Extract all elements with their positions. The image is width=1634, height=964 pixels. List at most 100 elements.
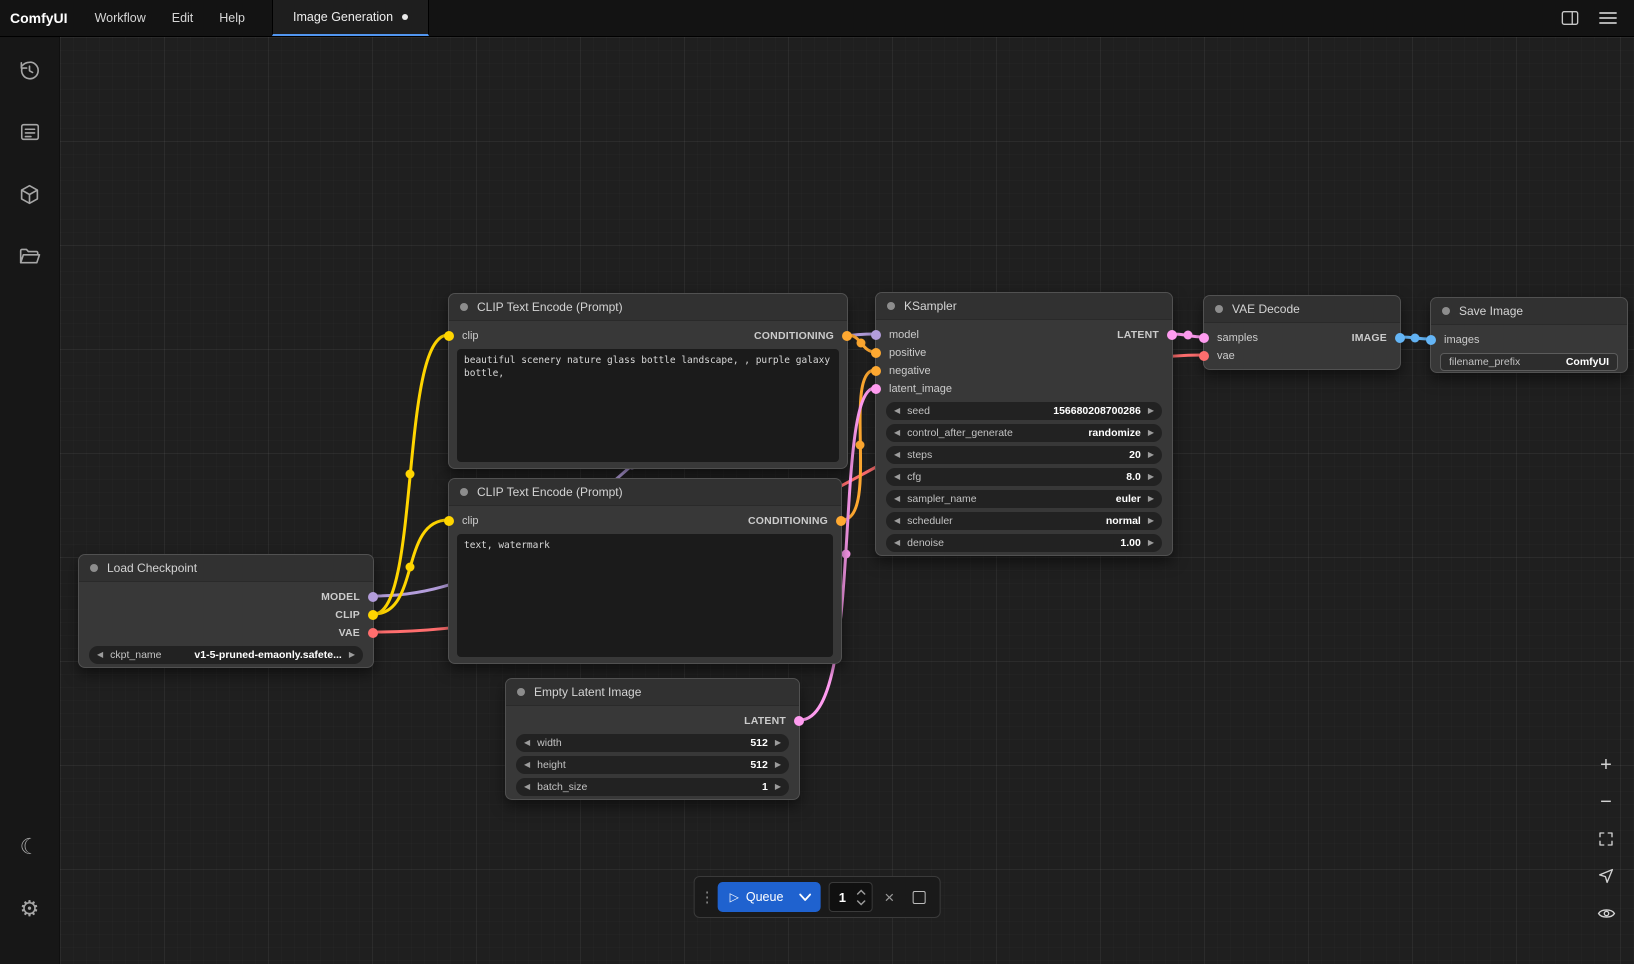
node-save-image[interactable]: Save Image images filename_prefix ComfyU… — [1430, 297, 1628, 373]
fit-view-button[interactable] — [1594, 828, 1618, 850]
settings-gear-icon[interactable]: ⚙ — [11, 890, 49, 928]
increment-arrow-icon[interactable]: ▶ — [1148, 407, 1154, 415]
latent-image-input-port[interactable] — [871, 384, 881, 394]
positive-prompt-textarea[interactable]: beautiful scenery nature glass bottle la… — [457, 349, 839, 462]
decrement-arrow-icon[interactable]: ◀ — [894, 539, 900, 547]
link-midpoint-dot[interactable] — [1184, 331, 1193, 340]
steps-widget[interactable]: ◀ steps 20 ▶ — [886, 446, 1162, 464]
batch-increment-icon[interactable] — [855, 887, 867, 896]
collapse-dot[interactable] — [460, 488, 468, 496]
collapse-dot[interactable] — [887, 302, 895, 310]
batch-count-input[interactable]: 1 — [828, 882, 872, 912]
latent-output-port[interactable] — [794, 716, 804, 726]
sampler-name-widget[interactable]: ◀ sampler_name euler ▶ — [886, 490, 1162, 508]
model-library-icon[interactable] — [11, 175, 49, 213]
node-header[interactable]: Save Image — [1431, 298, 1627, 325]
queue-button[interactable]: ▷ Queue — [718, 882, 821, 912]
tab-image-generation[interactable]: Image Generation — [272, 0, 429, 36]
vae-output-port[interactable] — [368, 628, 378, 638]
collapse-dot[interactable] — [90, 564, 98, 572]
queue-list-icon[interactable] — [11, 113, 49, 151]
clip-input-port[interactable] — [444, 516, 454, 526]
drag-handle-icon[interactable]: ⋮ — [700, 888, 710, 906]
increment-arrow-icon[interactable]: ▶ — [775, 783, 781, 791]
increment-arrow-icon[interactable]: ▶ — [1148, 451, 1154, 459]
node-empty-latent-image[interactable]: Empty Latent Image LATENT ◀ width 512 ▶ … — [505, 678, 800, 800]
node-canvas[interactable]: Load Checkpoint MODEL CLIP VAE ◀ ckpt_na… — [60, 37, 1634, 964]
positive-input-port[interactable] — [871, 348, 881, 358]
decrement-arrow-icon[interactable]: ◀ — [524, 761, 530, 769]
node-load-checkpoint[interactable]: Load Checkpoint MODEL CLIP VAE ◀ ckpt_na… — [78, 554, 374, 668]
node-vae-decode[interactable]: VAE Decode samples IMAGE vae — [1203, 295, 1401, 370]
negative-prompt-textarea[interactable]: text, watermark — [457, 534, 833, 657]
collapse-dot[interactable] — [1442, 307, 1450, 315]
panel-toggle-icon[interactable] — [1558, 6, 1582, 30]
node-header[interactable]: CLIP Text Encode (Prompt) — [449, 294, 847, 321]
menu-help[interactable]: Help — [206, 0, 258, 36]
batch-decrement-icon[interactable] — [855, 898, 867, 907]
stop-button-icon[interactable] — [912, 891, 925, 904]
link-midpoint-dot[interactable] — [406, 470, 415, 479]
collapse-dot[interactable] — [460, 303, 468, 311]
decrement-arrow-icon[interactable]: ◀ — [894, 473, 900, 481]
increment-arrow-icon[interactable]: ▶ — [349, 651, 355, 659]
model-input-port[interactable] — [871, 330, 881, 340]
images-input-port[interactable] — [1426, 335, 1436, 345]
increment-arrow-icon[interactable]: ▶ — [775, 761, 781, 769]
link-midpoint-dot[interactable] — [1411, 334, 1420, 343]
zoom-in-button[interactable]: + — [1594, 754, 1618, 776]
decrement-arrow-icon[interactable]: ◀ — [894, 429, 900, 437]
workflow-history-icon[interactable] — [11, 51, 49, 89]
increment-arrow-icon[interactable]: ▶ — [1148, 495, 1154, 503]
node-header[interactable]: Load Checkpoint — [79, 555, 373, 582]
decrement-arrow-icon[interactable]: ◀ — [524, 783, 530, 791]
decrement-arrow-icon[interactable]: ◀ — [524, 739, 530, 747]
height-widget[interactable]: ◀ height 512 ▶ — [516, 756, 789, 774]
link-midpoint-dot[interactable] — [856, 441, 865, 450]
decrement-arrow-icon[interactable]: ◀ — [97, 651, 103, 659]
batch-size-widget[interactable]: ◀ batch_size 1 ▶ — [516, 778, 789, 796]
link-midpoint-dot[interactable] — [842, 550, 851, 559]
negative-input-port[interactable] — [871, 366, 881, 376]
collapse-dot[interactable] — [517, 688, 525, 696]
workflows-folder-icon[interactable] — [11, 237, 49, 275]
width-widget[interactable]: ◀ width 512 ▶ — [516, 734, 789, 752]
conditioning-output-port[interactable] — [842, 331, 852, 341]
decrement-arrow-icon[interactable]: ◀ — [894, 451, 900, 459]
node-header[interactable]: VAE Decode — [1204, 296, 1400, 323]
decrement-arrow-icon[interactable]: ◀ — [894, 517, 900, 525]
menu-workflow[interactable]: Workflow — [82, 0, 159, 36]
hamburger-menu-icon[interactable] — [1596, 6, 1620, 30]
vae-input-port[interactable] — [1199, 351, 1209, 361]
zoom-out-button[interactable]: − — [1594, 791, 1618, 813]
decrement-arrow-icon[interactable]: ◀ — [894, 495, 900, 503]
scheduler-widget[interactable]: ◀ scheduler normal ▶ — [886, 512, 1162, 530]
conditioning-output-port[interactable] — [836, 516, 846, 526]
decrement-arrow-icon[interactable]: ◀ — [894, 407, 900, 415]
node-header[interactable]: Empty Latent Image — [506, 679, 799, 706]
select-mode-button[interactable] — [1594, 865, 1618, 887]
clip-input-port[interactable] — [444, 331, 454, 341]
theme-toggle-icon[interactable]: ☾ — [11, 828, 49, 866]
increment-arrow-icon[interactable]: ▶ — [1148, 539, 1154, 547]
ckpt-name-widget[interactable]: ◀ ckpt_name v1-5-pruned-emaonly.safete..… — [89, 646, 363, 664]
increment-arrow-icon[interactable]: ▶ — [775, 739, 781, 747]
queue-dropdown-chevron-icon[interactable] — [793, 893, 820, 902]
toggle-links-eye-button[interactable] — [1594, 902, 1618, 924]
seed-widget[interactable]: ◀ seed 156680208700286 ▶ — [886, 402, 1162, 420]
control-after-generate-widget[interactable]: ◀ control_after_generate randomize ▶ — [886, 424, 1162, 442]
latent-output-port[interactable] — [1167, 330, 1177, 340]
increment-arrow-icon[interactable]: ▶ — [1148, 429, 1154, 437]
filename-prefix-widget[interactable]: filename_prefix ComfyUI — [1440, 353, 1618, 371]
batch-count-value[interactable]: 1 — [829, 883, 855, 911]
node-header[interactable]: CLIP Text Encode (Prompt) — [449, 479, 841, 506]
samples-input-port[interactable] — [1199, 333, 1209, 343]
collapse-dot[interactable] — [1215, 305, 1223, 313]
model-output-port[interactable] — [368, 592, 378, 602]
node-header[interactable]: KSampler — [876, 293, 1172, 320]
increment-arrow-icon[interactable]: ▶ — [1148, 473, 1154, 481]
link-midpoint-dot[interactable] — [406, 563, 415, 572]
image-output-port[interactable] — [1395, 333, 1405, 343]
denoise-widget[interactable]: ◀ denoise 1.00 ▶ — [886, 534, 1162, 552]
node-clip-text-encode-positive[interactable]: CLIP Text Encode (Prompt) clip CONDITION… — [448, 293, 848, 469]
